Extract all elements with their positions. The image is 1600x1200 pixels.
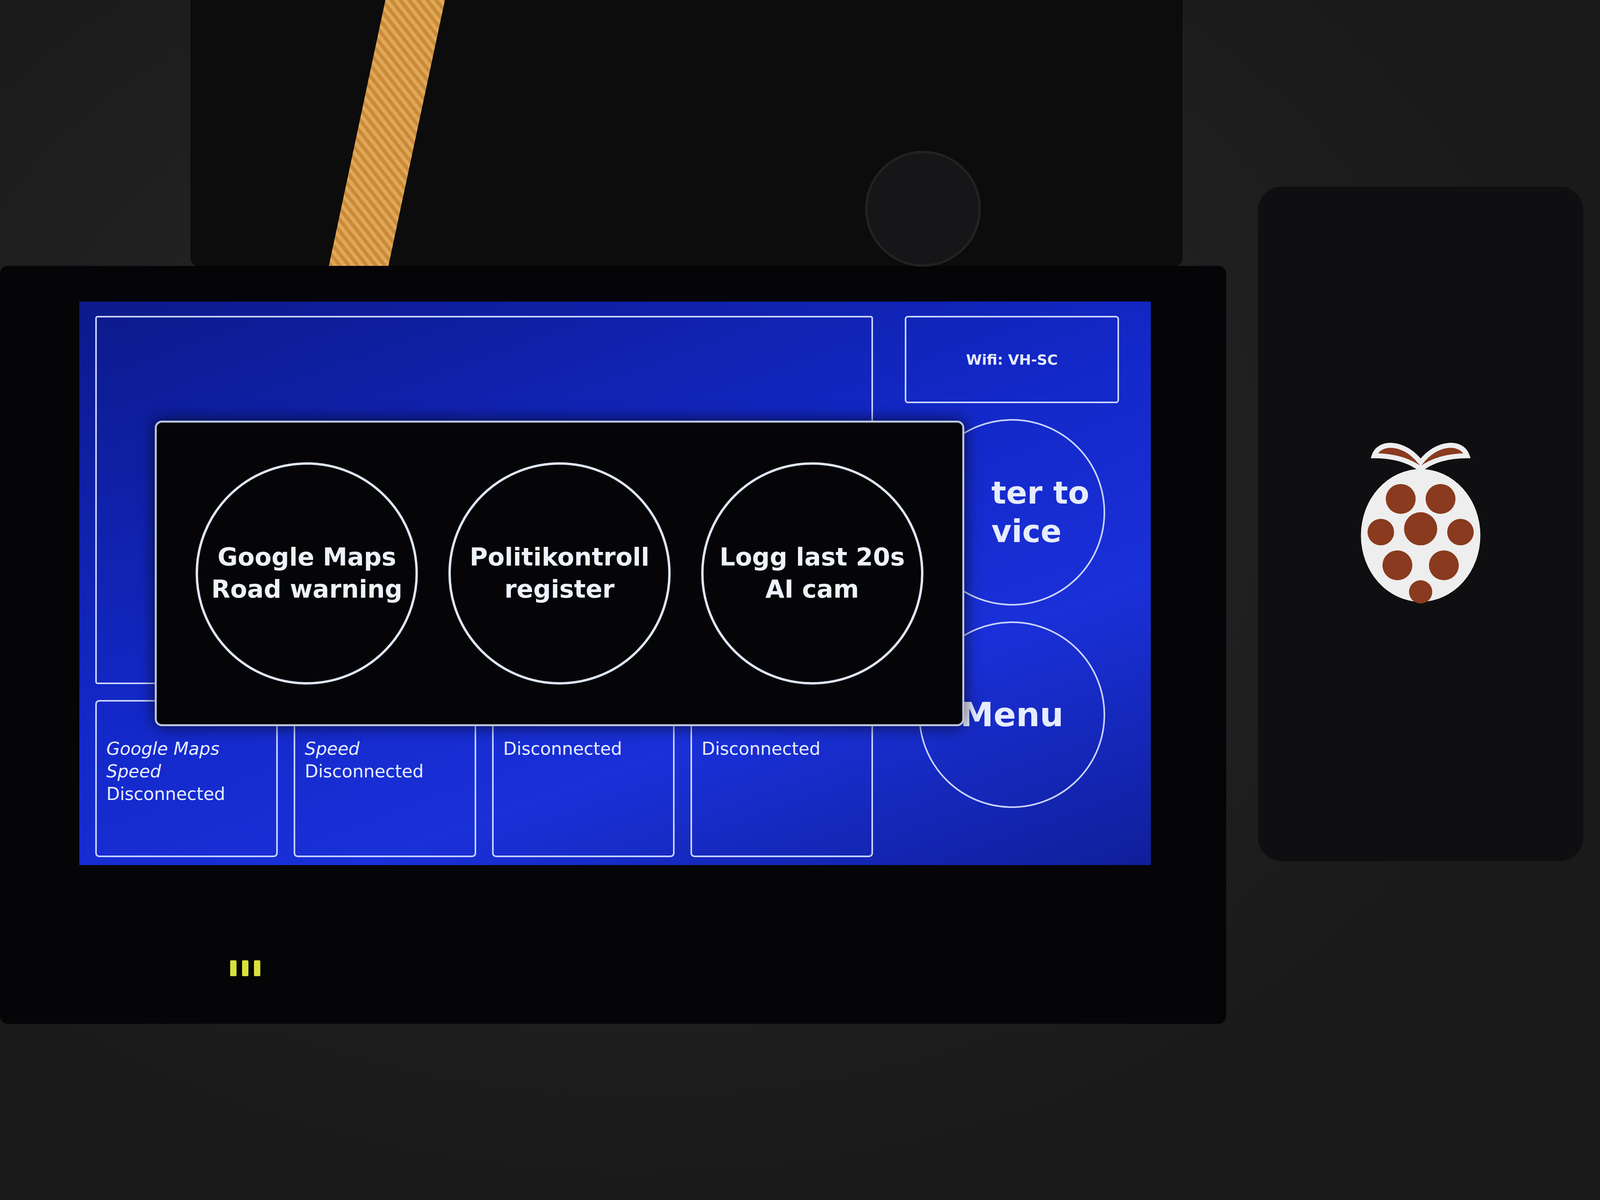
pi-case xyxy=(1257,186,1584,862)
ribbon-cable xyxy=(328,0,445,266)
popup-menu: Google MapsRoad warningPolitikontrollreg… xyxy=(154,420,965,727)
screen: Google MapsSpeedDisconnectedSpeedDisconn… xyxy=(79,301,1151,866)
status-leds xyxy=(79,960,1175,977)
device-row: Google MapsSpeedDisconnectedSpeedDisconn… xyxy=(0,265,1600,1024)
display-bezel: Google MapsSpeedDisconnectedSpeedDisconn… xyxy=(0,265,1227,1024)
tile-label: Google Maps xyxy=(106,737,267,760)
side-button-label: Menu xyxy=(960,694,1064,736)
popup-button[interactable]: Google MapsRoad warning xyxy=(195,462,418,685)
side-button-label: ter tovice xyxy=(991,473,1090,552)
fan-icon xyxy=(865,150,981,267)
wifi-box: Wifi: VH-SC xyxy=(904,315,1120,404)
tile-label: Speed xyxy=(106,759,267,783)
raspberry-logo-icon xyxy=(1337,432,1504,616)
tile-label: Speed xyxy=(304,737,466,760)
tile-status: Disconnected xyxy=(304,759,466,783)
tile-status: Disconnected xyxy=(503,737,664,760)
wifi-label: Wifi: VH-SC xyxy=(966,351,1058,368)
tile-status: Disconnected xyxy=(701,737,862,760)
tile-status: Disconnected xyxy=(106,782,267,806)
circuit-board xyxy=(190,0,1183,266)
photo: Google MapsSpeedDisconnectedSpeedDisconn… xyxy=(0,0,1600,1200)
popup-button[interactable]: Politikontrollregister xyxy=(448,462,671,685)
popup-button[interactable]: Logg last 20sAI cam xyxy=(701,462,924,685)
